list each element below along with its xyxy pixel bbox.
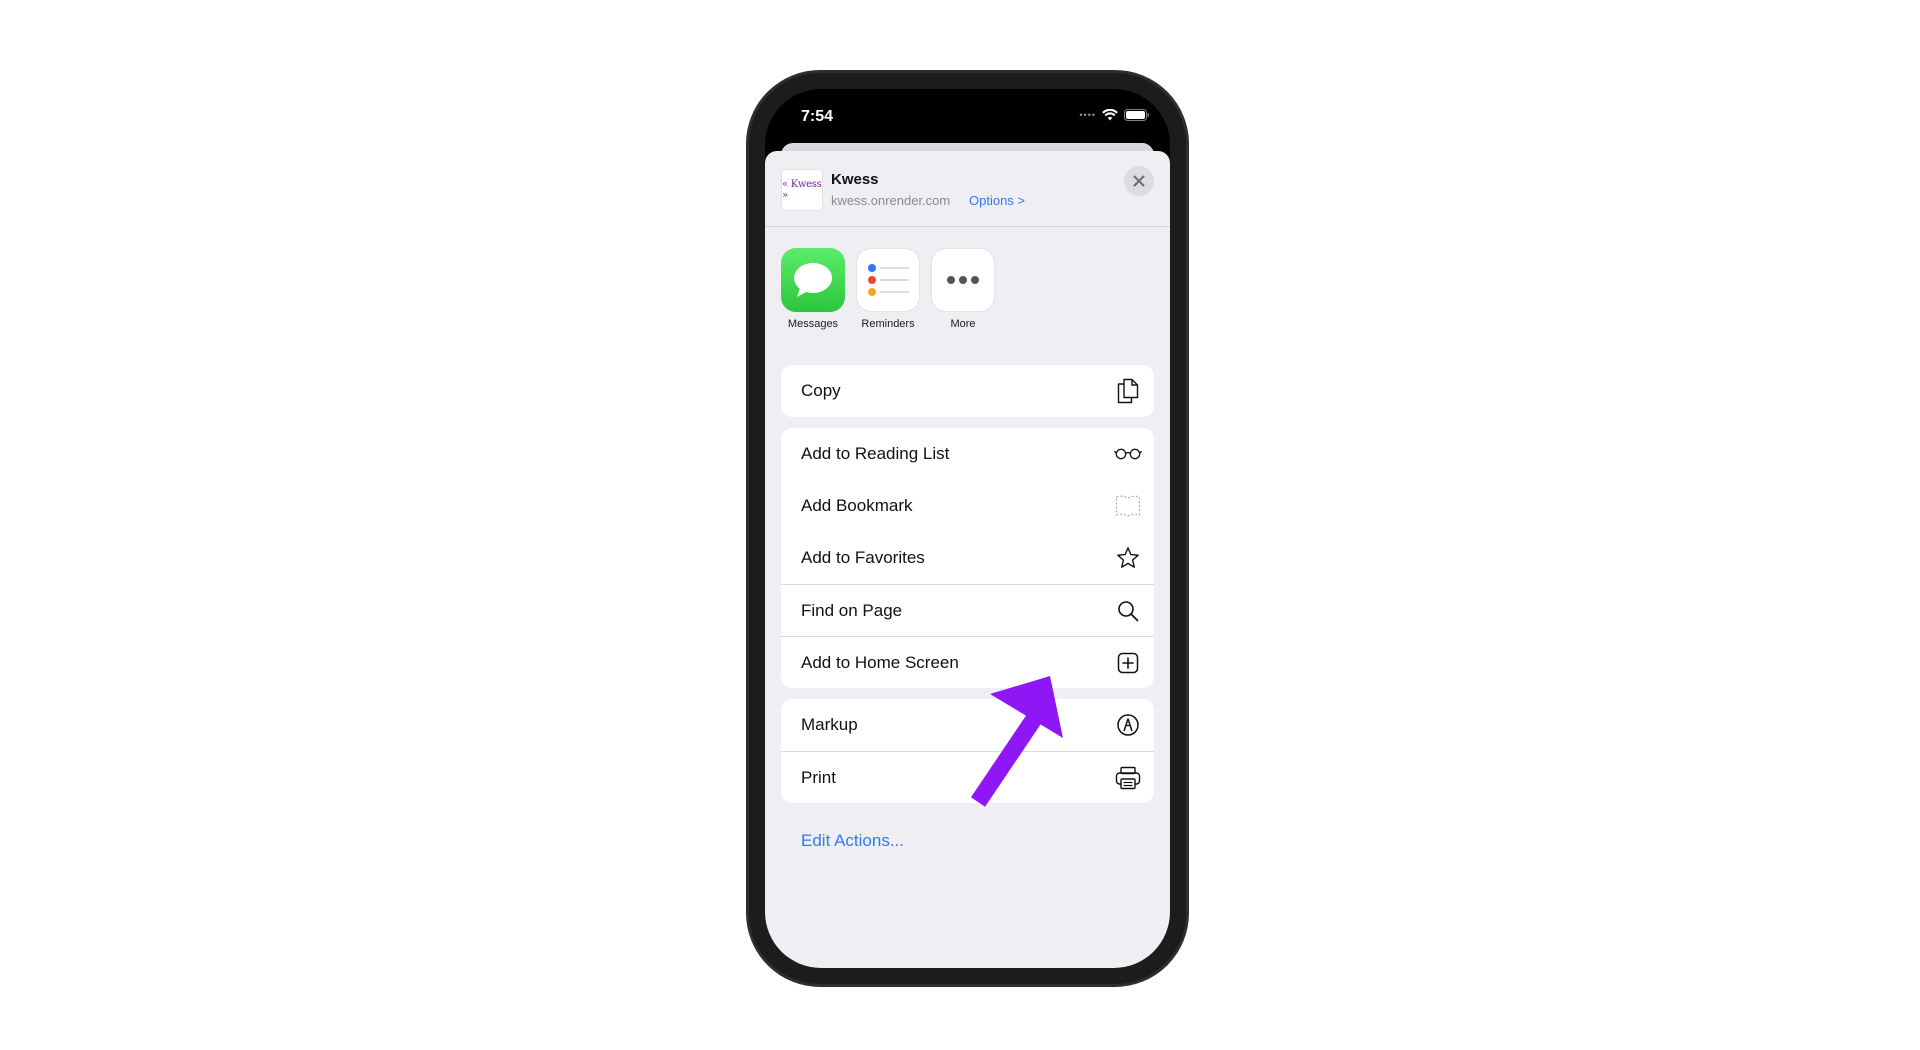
annotation-arrow <box>970 676 1063 807</box>
stage: 7:54 •••• « Kwess » Kwess kwess.onrender… <box>0 0 1920 1050</box>
